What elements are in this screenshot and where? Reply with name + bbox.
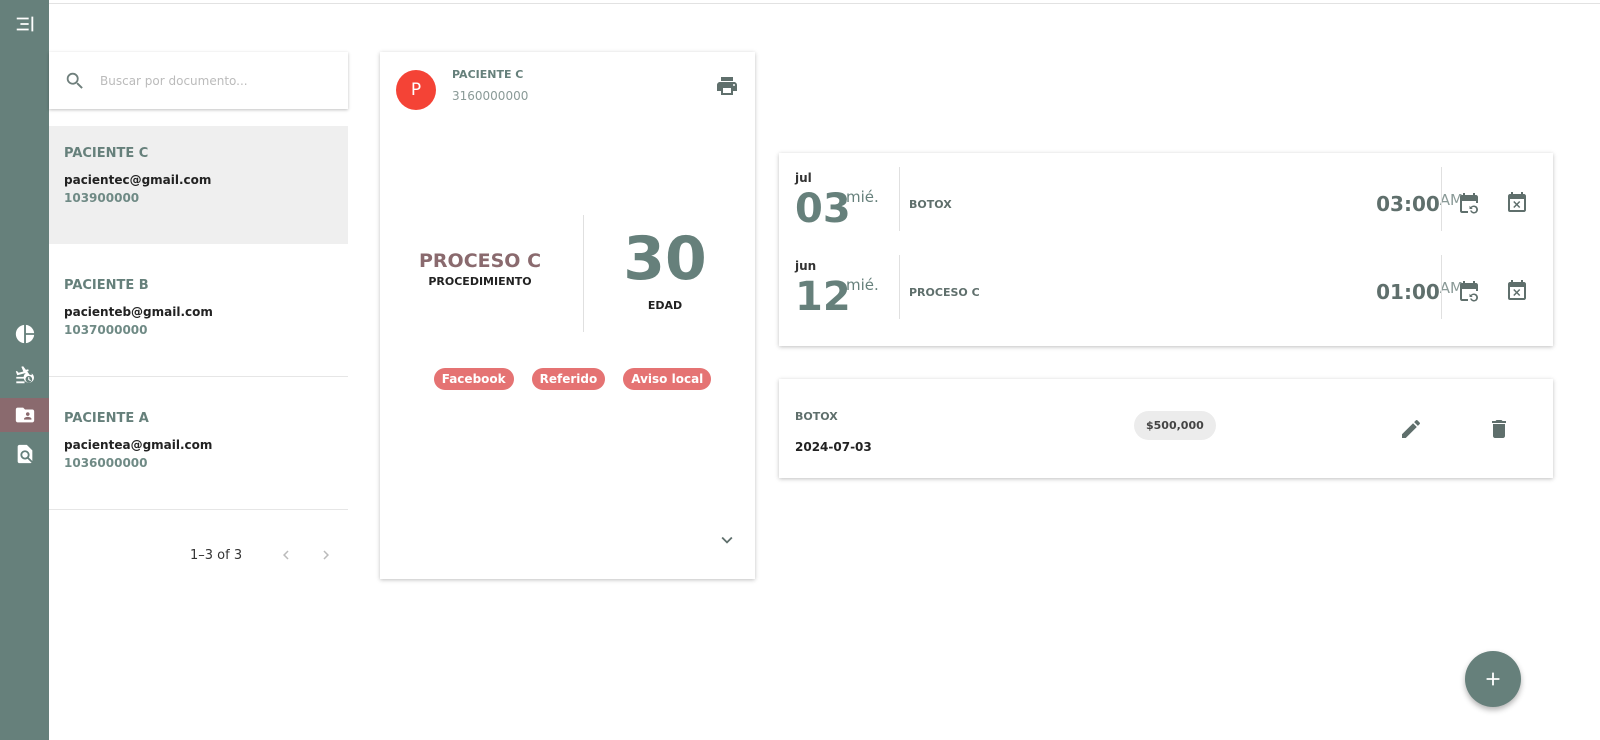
payment-card: BOTOX 2024-07-03 $500,000 — [779, 379, 1553, 478]
patient-document: 1036000000 — [64, 456, 148, 470]
appointment-weekday: mié. — [846, 276, 879, 294]
trash-icon — [1492, 420, 1506, 438]
patient-list: PACIENTE C pacientec@gmail.com 103900000… — [49, 126, 348, 510]
appointment-time-value: 03:00 — [1376, 192, 1440, 216]
divider — [1441, 167, 1442, 231]
tag-chip: Aviso local — [623, 368, 712, 390]
patient-detail-card: P PACIENTE C 3160000000 PROCESO C PROCED… — [380, 52, 755, 579]
flight-schedule-icon[interactable] — [0, 358, 49, 392]
pencil-icon — [1402, 419, 1421, 438]
next-page-button[interactable] — [314, 543, 338, 567]
chevron-right-icon — [323, 550, 330, 560]
appointment-time: 03:00AM — [1339, 191, 1463, 216]
patient-name: PACIENTE C — [64, 146, 149, 161]
divider — [583, 215, 584, 332]
age-label: EDAD — [647, 299, 683, 312]
contact-folder-icon[interactable] — [0, 398, 49, 432]
calendar-cancel-icon — [1508, 192, 1526, 212]
search-icon — [66, 72, 83, 89]
pie-chart-icon[interactable] — [0, 317, 49, 351]
chevron-down-icon — [721, 536, 733, 544]
appointment-weekday: mié. — [846, 188, 879, 206]
detail-patient-phone: 3160000000 — [452, 89, 529, 103]
procedure-block: PROCESO C PROCEDIMIENTO — [400, 250, 560, 288]
divider — [899, 255, 900, 319]
patient-list-item[interactable]: PACIENTE B pacienteb@gmail.com 103700000… — [49, 244, 348, 377]
patient-name: PACIENTE B — [64, 278, 149, 293]
patient-list-item[interactable]: PACIENTE A pacientea@gmail.com 103600000… — [49, 377, 348, 510]
print-icon — [717, 77, 737, 95]
appointment-day: 03 — [795, 186, 851, 232]
print-button[interactable] — [715, 74, 739, 98]
pagination-range: 1–3 of 3 — [190, 547, 243, 563]
chevron-left-icon — [283, 550, 289, 560]
menu-collapse-icon[interactable] — [0, 7, 49, 41]
reschedule-button[interactable] — [1455, 189, 1483, 217]
appointment-month: jun — [795, 259, 817, 273]
patient-email: pacienteb@gmail.com — [64, 305, 213, 319]
appointment-month: jul — [795, 171, 812, 185]
cancel-appointment-button[interactable] — [1503, 277, 1531, 305]
top-divider — [0, 3, 1600, 4]
appointment-time: 01:00AM — [1339, 279, 1463, 304]
delete-payment-button[interactable] — [1485, 415, 1513, 443]
patient-list-item[interactable]: PACIENTE C pacientec@gmail.com 103900000 — [49, 126, 348, 244]
divider — [899, 167, 900, 231]
source-tags: Facebook Referido Aviso local — [380, 368, 755, 390]
avatar: P — [396, 70, 436, 110]
prev-page-button[interactable] — [274, 543, 298, 567]
plus-icon — [1486, 672, 1500, 686]
reschedule-button[interactable] — [1455, 277, 1483, 305]
patient-email: pacientea@gmail.com — [64, 438, 213, 452]
tag-chip: Referido — [531, 368, 606, 390]
edit-payment-button[interactable] — [1397, 415, 1425, 443]
calendar-cancel-icon — [1508, 280, 1526, 300]
patient-name: PACIENTE A — [64, 411, 149, 426]
tag-chip: Facebook — [433, 368, 514, 390]
calendar-reschedule-icon — [1460, 281, 1478, 302]
appointment-procedure: BOTOX — [909, 198, 952, 211]
detail-patient-name: PACIENTE C — [452, 68, 524, 81]
appointment-procedure: PROCESO C — [909, 286, 980, 299]
appointment-day: 12 — [795, 274, 851, 320]
divider — [1441, 255, 1442, 319]
cancel-appointment-button[interactable] — [1503, 189, 1531, 217]
calendar-reschedule-icon — [1460, 193, 1478, 214]
expand-button[interactable] — [716, 529, 740, 553]
payment-date: 2024-07-03 — [795, 440, 872, 454]
pagination: 1–3 of 3 — [190, 543, 338, 567]
appointment-row: jun 12 mié. PROCESO C 01:00AM — [779, 255, 1553, 325]
sidebar — [0, 0, 49, 740]
add-button[interactable] — [1465, 651, 1521, 707]
procedure-label: PROCEDIMIENTO — [428, 275, 532, 288]
payment-amount-badge: $500,000 — [1134, 411, 1216, 440]
patient-document: 103900000 — [64, 191, 140, 205]
appointment-time-value: 01:00 — [1376, 280, 1440, 304]
procedure-name: PROCESO C — [418, 250, 542, 272]
age-value: 30 — [623, 224, 707, 294]
age-block: 30 EDAD — [605, 227, 725, 312]
document-search-icon[interactable] — [0, 437, 49, 471]
search-input[interactable] — [100, 73, 320, 88]
payment-procedure: BOTOX — [795, 410, 838, 423]
patient-document: 1037000000 — [64, 323, 148, 337]
patient-email: pacientec@gmail.com — [64, 173, 212, 187]
search-box — [49, 52, 348, 109]
appointment-row: jul 03 mié. BOTOX 03:00AM — [779, 167, 1553, 237]
appointments-card: jul 03 mié. BOTOX 03:00AM jun 12 mié. PR… — [779, 153, 1553, 346]
